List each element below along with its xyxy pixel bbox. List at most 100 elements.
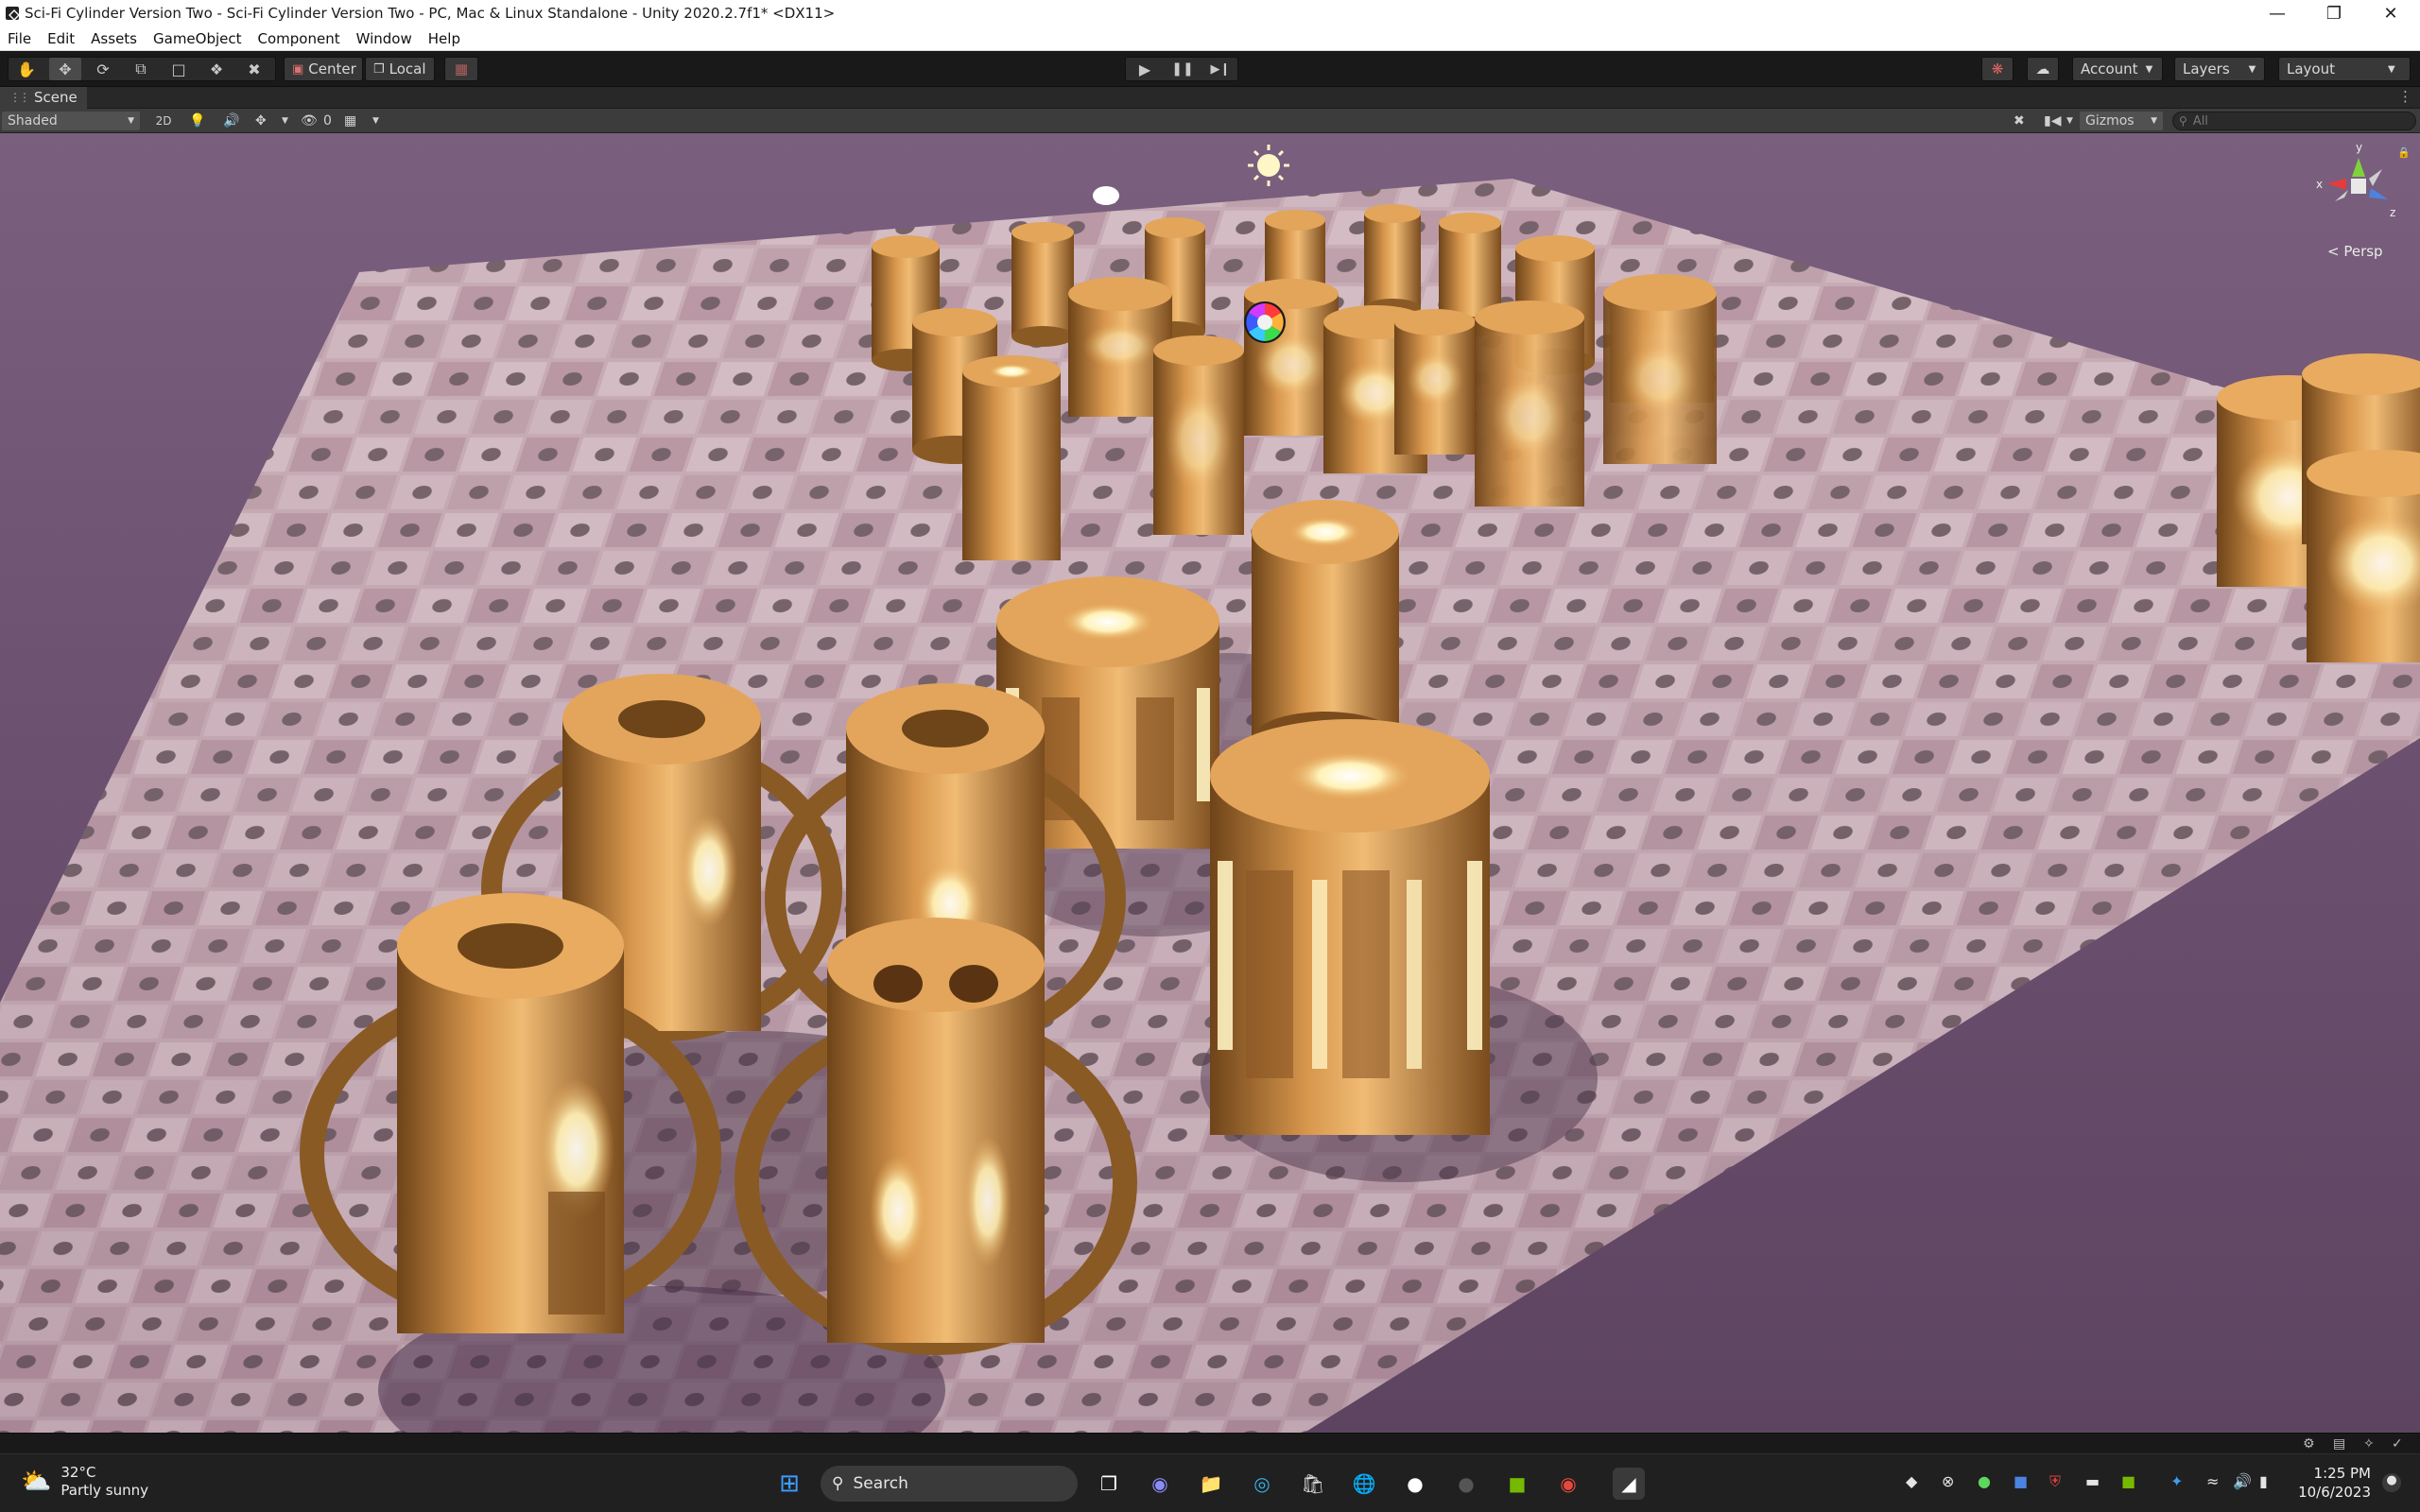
restore-button[interactable]: ❐ [2307, 0, 2361, 26]
chevron-down-icon: ▼ [2248, 63, 2256, 75]
cache-icon[interactable]: ▤ [2333, 1436, 2345, 1452]
chevron-down-icon[interactable]: ▼ [282, 112, 288, 130]
progress-icon[interactable]: ✓ [2392, 1436, 2403, 1452]
xbox-tray-icon[interactable]: ⊗ [1942, 1472, 1954, 1490]
space-toggle[interactable]: ❒ Local [365, 57, 435, 81]
window-title-bar: Sci-Fi Cylinder Version Two - Sci-Fi Cyl… [0, 0, 2420, 26]
projection-label[interactable]: < Persp [2327, 243, 2383, 260]
menu-edit[interactable]: Edit [47, 30, 75, 47]
menu-help[interactable]: Help [428, 30, 460, 47]
account-dropdown[interactable]: Account ▼ [2072, 57, 2163, 81]
layers-label: Layers [2183, 60, 2230, 77]
chevron-down-icon: ▼ [2151, 116, 2157, 126]
menu-gameobject[interactable]: GameObject [153, 30, 242, 47]
tray-app-icon[interactable]: ■ [2121, 1472, 2135, 1490]
unity-taskbar-icon[interactable]: ◢ [1613, 1468, 1645, 1500]
close-button[interactable]: ✕ [2363, 0, 2418, 26]
weather-temp: 32°C [60, 1464, 96, 1481]
pivot-toggle[interactable]: ▣ Center [284, 57, 363, 81]
gizmos-dropdown[interactable]: Gizmos ▼ [2080, 112, 2163, 130]
cloud-button[interactable]: ☁ [2027, 57, 2059, 81]
audio-source-gizmo[interactable] [1093, 186, 1119, 205]
camera-icon[interactable]: ▮◀ [2044, 112, 2061, 130]
chevron-down-icon: ▼ [128, 116, 134, 126]
menu-assets[interactable]: Assets [91, 30, 137, 47]
grid-toggle-icon[interactable]: ▦ [344, 112, 356, 130]
unity-hub-tray-icon[interactable]: ◆ [1906, 1472, 1917, 1490]
effects-toggle-icon[interactable]: ✥ [255, 112, 267, 130]
edge-browser-icon[interactable]: ◎ [1246, 1468, 1278, 1500]
chevron-down-icon[interactable]: ▼ [372, 112, 379, 130]
windows-start-icon[interactable]: ⊞ [773, 1468, 805, 1500]
custom-tool-icon[interactable]: ✖ [238, 58, 270, 80]
lock-icon[interactable]: 🔒 [2397, 146, 2411, 159]
post-process-volume-gizmo[interactable] [1244, 301, 1286, 343]
scene-search-input[interactable]: ⚲ All [2172, 112, 2416, 130]
layers-dropdown[interactable]: Layers ▼ [2174, 57, 2265, 81]
debug-icon[interactable]: ✧ [2363, 1436, 2375, 1452]
move-tool-icon[interactable]: ✥ [49, 58, 81, 80]
space-label: Local [389, 60, 426, 77]
pause-icon[interactable]: ❚❚ [1168, 58, 1197, 80]
hand-tool-icon[interactable]: ✋ [11, 58, 42, 80]
menu-file[interactable]: File [8, 30, 31, 47]
grid-icon: ⋮⋮ [9, 91, 30, 104]
build-icon[interactable]: ⚙ [2303, 1436, 2315, 1452]
partly-sunny-icon: ⛅ [21, 1468, 52, 1496]
hidden-objects-icon[interactable]: 👁 [301, 112, 318, 130]
weather-widget[interactable]: ⛅ 32°C Partly sunny [21, 1464, 148, 1500]
menu-component[interactable]: Component [258, 30, 340, 47]
tray-app-icon[interactable]: ● [1978, 1472, 1991, 1490]
scale-tool-icon[interactable]: ⧉ [125, 58, 157, 80]
file-explorer-icon[interactable]: 📁 [1195, 1468, 1227, 1500]
tray-app-icon[interactable]: ■ [2014, 1472, 2028, 1490]
toggle-2d-button[interactable]: 2D [149, 112, 178, 130]
security-tray-icon[interactable]: ⛨ [2049, 1472, 2061, 1491]
rotate-tool-icon[interactable]: ⟳ [87, 58, 119, 80]
volume-icon[interactable]: 🔊 [2233, 1472, 2252, 1490]
wifi-icon[interactable]: ≈ [2206, 1472, 2219, 1490]
chevron-down-icon[interactable]: ▼ [2066, 112, 2073, 130]
draw-mode-dropdown[interactable]: Shaded ▼ [2, 112, 140, 130]
play-icon[interactable]: ▶ [1131, 58, 1159, 80]
draw-mode-label: Shaded [8, 113, 58, 129]
microsoft-store-icon[interactable]: 🛍 [1297, 1468, 1329, 1500]
alien-app-icon[interactable]: ● [1399, 1468, 1431, 1500]
tray-app-icon[interactable]: ▬ [2085, 1472, 2100, 1490]
orientation-gizmo[interactable]: y x z 🔒 [2307, 141, 2411, 226]
tab-menu-icon[interactable]: ⋮ [2398, 88, 2412, 105]
scene-tab-bar: ⋮⋮ Scene ⋮ [0, 86, 2420, 109]
taskbar-clock[interactable]: 1:25 PM 10/6/2023 [2298, 1464, 2371, 1502]
collab-button[interactable]: ❋ [1981, 57, 2014, 81]
pivot-icon: ▣ [292, 61, 304, 77]
tab-scene[interactable]: ⋮⋮ Scene [0, 86, 87, 109]
menu-window[interactable]: Window [356, 30, 412, 47]
step-icon[interactable]: ▶❙ [1206, 58, 1235, 80]
tools-icon[interactable]: ✖ [2014, 112, 2025, 130]
nvidia-icon[interactable]: ■ [1501, 1468, 1533, 1500]
layout-dropdown[interactable]: Layout ▼ [2278, 57, 2411, 81]
rect-tool-icon[interactable]: □ [163, 58, 195, 80]
teams-chat-icon[interactable]: ◉ [1144, 1468, 1176, 1500]
task-view-icon[interactable]: ❐ [1093, 1468, 1125, 1500]
tray-app-icon[interactable]: ✦ [2170, 1472, 2183, 1490]
grid-snap-button[interactable]: ▦ [444, 57, 478, 81]
search-icon: ⚲ [2179, 114, 2187, 128]
clock-date: 10/6/2023 [2298, 1484, 2371, 1501]
windows-taskbar: ⛅ 32°C Partly sunny ⊞ ⚲ Search ❐ ◉ 📁 ◎ 🛍… [0, 1453, 2420, 1512]
scene-viewport[interactable]: y x z 🔒 < Persp [0, 133, 2420, 1433]
search-icon: ⚲ [832, 1474, 844, 1493]
layout-label: Layout [2287, 60, 2335, 77]
transform-tool-icon[interactable]: ❖ [200, 58, 233, 80]
scene-render [0, 145, 2420, 1433]
taskbar-search[interactable]: ⚲ Search [821, 1466, 1078, 1502]
globe-app-icon[interactable]: 🌐 [1348, 1468, 1380, 1500]
audio-toggle-icon[interactable]: 🔊 [223, 112, 239, 130]
notification-icon[interactable]: ● [2382, 1473, 2401, 1492]
dark-app-icon[interactable]: ● [1450, 1468, 1482, 1500]
battery-icon[interactable]: ▮ [2259, 1472, 2268, 1490]
chrome-icon[interactable]: ◉ [1552, 1468, 1584, 1500]
lighting-toggle-icon[interactable]: 💡 [189, 112, 205, 130]
directional-light-gizmo[interactable] [1248, 145, 1289, 186]
minimize-button[interactable]: — [2250, 0, 2305, 26]
